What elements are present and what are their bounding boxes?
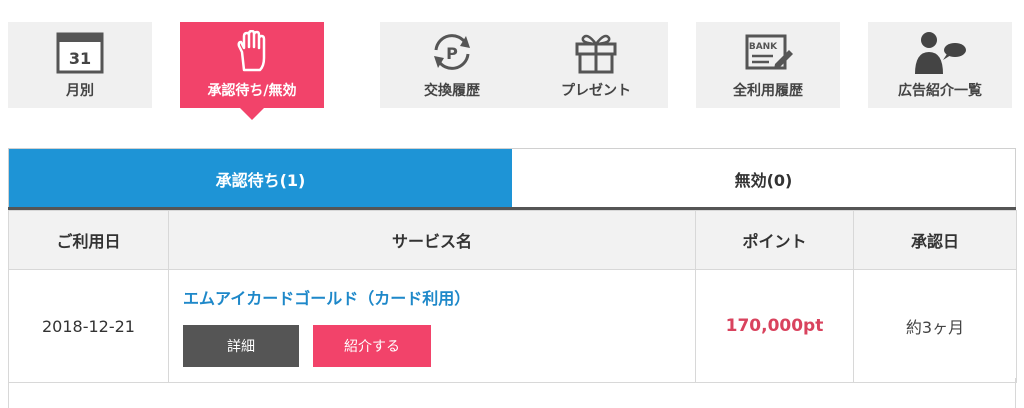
row-actions: 詳細 紹介する	[183, 325, 681, 367]
nav-label: 交換履歴	[424, 83, 480, 99]
person-speech-icon	[915, 32, 966, 74]
status-tabs: 承認待ち(1) 無効(0)	[8, 148, 1016, 208]
approval-value: 約3ヶ月	[853, 269, 1017, 383]
nav-label: 承認待ち/無効	[207, 83, 297, 99]
nav-pending-invalid[interactable]: 承認待ち/無効	[180, 22, 324, 120]
header-points: ポイント	[695, 210, 854, 270]
service-cell: エムアイカードゴールド（カード利用） 詳細 紹介する	[168, 269, 696, 383]
point-exchange-icon: P	[434, 34, 470, 70]
nav-label: 全利用履歴	[733, 83, 803, 99]
nav-label: 月別	[66, 83, 94, 99]
calendar-day: 31	[69, 49, 91, 68]
top-nav: 31 月別 承認待ち/無効 P 交換履歴 プレゼント BANK 全利用履歴 広告…	[8, 22, 1016, 120]
nav-label: 広告紹介一覧	[898, 83, 982, 99]
table-header-row: ご利用日 サービス名 ポイント 承認日	[8, 210, 1017, 270]
calendar-icon: 31	[56, 32, 104, 74]
service-name-link[interactable]: エムアイカードゴールド（カード利用）	[183, 285, 681, 309]
points-table: ご利用日 サービス名 ポイント 承認日 2018-12-21 エムアイカードゴー…	[8, 210, 1017, 383]
point-letter: P	[446, 44, 458, 63]
nav-label: プレゼント	[561, 83, 631, 99]
detail-button[interactable]: 詳細	[183, 325, 299, 367]
usage-date: 2018-12-21	[8, 269, 169, 383]
bank-book-icon: BANK	[745, 34, 793, 70]
introduce-button[interactable]: 紹介する	[313, 325, 431, 367]
nav-exchange-history[interactable]: P 交換履歴	[380, 22, 524, 108]
nav-present[interactable]: プレゼント	[524, 22, 668, 108]
hand-icon	[237, 30, 266, 72]
bank-text: BANK	[749, 42, 778, 52]
header-usage-date: ご利用日	[8, 210, 169, 270]
points-value: 170,000pt	[695, 269, 854, 383]
table-row: 2018-12-21 エムアイカードゴールド（カード利用） 詳細 紹介する 17…	[8, 269, 1017, 383]
nav-ad-referral-list[interactable]: 広告紹介一覧	[868, 22, 1012, 108]
tab-invalid[interactable]: 無効(0)	[512, 149, 1015, 208]
tab-pending[interactable]: 承認待ち(1)	[9, 149, 512, 208]
gift-icon	[575, 34, 617, 74]
header-approval-date: 承認日	[853, 210, 1017, 270]
nav-monthly[interactable]: 31 月別	[8, 22, 152, 108]
table-row-partial	[8, 378, 1016, 408]
nav-all-history[interactable]: BANK 全利用履歴	[696, 22, 840, 108]
header-service-name: サービス名	[168, 210, 696, 270]
